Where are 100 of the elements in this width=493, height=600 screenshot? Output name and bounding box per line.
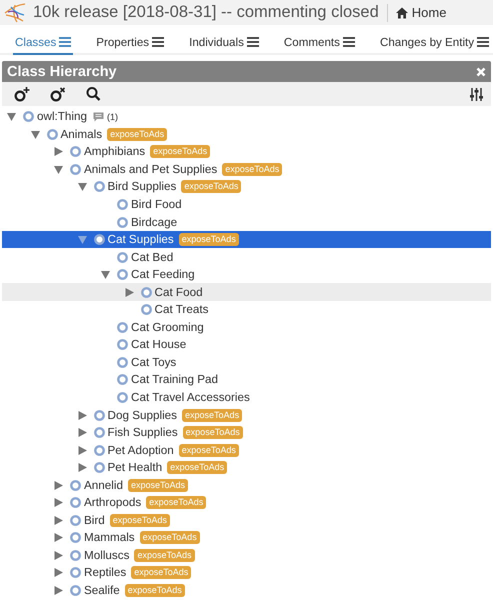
tree-row[interactable]: Dog Supplies exposeToAds: [2, 406, 491, 424]
expand-icon[interactable]: [78, 446, 86, 455]
expand-icon[interactable]: [78, 428, 86, 438]
tree-row[interactable]: Cat Bed: [2, 248, 491, 266]
expand-icon[interactable]: [54, 550, 63, 560]
class-label[interactable]: Sealife: [84, 584, 120, 598]
expand-icon[interactable]: [54, 533, 63, 542]
sliders-icon[interactable]: [470, 88, 483, 100]
class-label[interactable]: Pet Adoption: [108, 444, 174, 457]
class-label[interactable]: Arthropods: [84, 496, 142, 510]
add-class-icon[interactable]: [13, 86, 31, 102]
class-label[interactable]: Cat Treats: [154, 303, 208, 316]
class-label[interactable]: Cat Toys: [131, 356, 176, 369]
home-icon[interactable]: [396, 6, 408, 18]
tree-row[interactable]: Cat House: [2, 336, 491, 354]
class-label[interactable]: Bird Food: [131, 198, 182, 211]
tree-row[interactable]: Sealife exposeToAds: [2, 582, 491, 600]
menu-icon[interactable]: [246, 37, 259, 47]
class-label[interactable]: Reptiles: [84, 566, 126, 580]
collapse-icon[interactable]: [54, 164, 63, 174]
tree-row[interactable]: Fish Supplies exposeToAds: [2, 424, 491, 442]
class-node-icon: [117, 356, 128, 368]
expand-icon[interactable]: [54, 586, 63, 596]
class-label[interactable]: Cat Travel Accessories: [131, 391, 250, 404]
class-label[interactable]: Cat House: [131, 338, 186, 352]
expand-icon[interactable]: [54, 516, 63, 525]
tab[interactable]: Properties: [94, 34, 166, 55]
tree-row[interactable]: Animals and Pet Supplies exposeToAds: [2, 160, 491, 178]
tree-row[interactable]: Annelid exposeToAds: [2, 476, 491, 494]
class-node-icon: [94, 234, 104, 246]
expand-icon[interactable]: [78, 463, 86, 472]
class-label[interactable]: Cat Feeding: [131, 268, 195, 282]
tree-row[interactable]: Mammals exposeToAds: [2, 529, 491, 547]
expand-icon[interactable]: [54, 480, 63, 490]
class-label[interactable]: Cat Food: [154, 286, 203, 299]
class-label[interactable]: Mammals: [84, 531, 135, 544]
tree-row[interactable]: Cat Feeding: [2, 266, 491, 284]
tree-row[interactable]: Bird Supplies exposeToAds: [2, 178, 491, 196]
class-node-icon: [117, 322, 128, 333]
tree-row[interactable]: Pet Health exposeToAds: [2, 458, 491, 476]
menu-icon[interactable]: [152, 37, 164, 47]
class-label[interactable]: Dog Supplies: [108, 408, 178, 422]
expand-icon[interactable]: [54, 498, 63, 508]
expand-icon[interactable]: [78, 410, 86, 420]
tree-row[interactable]: Arthropods exposeToAds: [2, 494, 491, 512]
tree-row[interactable]: owl:Thing (1): [2, 108, 491, 126]
home-link[interactable]: Home: [396, 5, 446, 20]
tree-row[interactable]: Pet Adoption exposeToAds: [2, 441, 491, 459]
class-label[interactable]: Bird Supplies: [108, 180, 176, 194]
class-label[interactable]: Cat Grooming: [131, 320, 204, 334]
tab[interactable]: Comments: [282, 34, 357, 55]
class-node-icon: [117, 252, 128, 263]
class-label[interactable]: Cat Training Pad: [131, 373, 218, 386]
class-label[interactable]: Birdcage: [131, 216, 178, 229]
class-label[interactable]: Pet Health: [108, 461, 162, 474]
class-label[interactable]: Animals and Pet Supplies: [84, 162, 218, 176]
tab[interactable]: Individuals: [187, 34, 261, 55]
tree-row[interactable]: Birdcage: [2, 213, 491, 231]
collapse-icon[interactable]: [101, 270, 110, 280]
collapse-icon[interactable]: [30, 130, 40, 139]
comment-icon[interactable]: [93, 112, 104, 122]
collapse-icon[interactable]: [78, 182, 86, 192]
tree-row[interactable]: Bird Food: [2, 196, 491, 214]
delete-class-icon[interactable]: [49, 86, 67, 102]
class-label[interactable]: owl:Thing: [37, 110, 88, 124]
expand-icon[interactable]: [54, 568, 63, 578]
menu-icon[interactable]: [477, 37, 490, 47]
class-label[interactable]: Bird: [84, 514, 105, 527]
class-label[interactable]: Cat Supplies: [108, 233, 174, 246]
tree-row[interactable]: Cat Toys: [2, 354, 491, 372]
tab[interactable]: Classes: [13, 34, 74, 55]
tab[interactable]: Changes by Entity: [378, 34, 492, 55]
tree-row[interactable]: Cat Training Pad: [2, 371, 491, 389]
class-label[interactable]: Molluscs: [84, 548, 130, 562]
class-label[interactable]: Cat Bed: [131, 250, 174, 264]
tree-row[interactable]: Reptiles exposeToAds: [2, 564, 491, 582]
class-label[interactable]: Annelid: [84, 478, 123, 492]
tree-row[interactable]: Cat Supplies exposeToAds: [2, 230, 491, 248]
tree-row[interactable]: Animals exposeToAds: [2, 126, 491, 144]
tag-label: exposeToAds: [124, 584, 185, 598]
class-node-icon: [94, 181, 104, 192]
class-label[interactable]: Fish Supplies: [108, 426, 178, 440]
tree-row[interactable]: Amphibians exposeToAds: [2, 143, 491, 161]
class-node-icon: [70, 497, 81, 508]
tree-row[interactable]: Bird exposeToAds: [2, 512, 491, 530]
class-label[interactable]: Animals: [60, 128, 102, 141]
expand-icon[interactable]: [54, 147, 63, 156]
tree-row[interactable]: Molluscs exposeToAds: [2, 546, 491, 564]
search-icon[interactable]: [85, 86, 103, 102]
class-node-icon: [70, 532, 81, 544]
class-node-icon: [94, 462, 104, 474]
tree-row[interactable]: Cat Travel Accessories: [2, 388, 491, 406]
class-label[interactable]: Amphibians: [84, 145, 146, 158]
expand-icon[interactable]: [124, 288, 134, 297]
tree-row[interactable]: Cat Grooming: [2, 318, 491, 336]
close-icon[interactable]: [476, 66, 486, 76]
tree-row[interactable]: Cat Food: [2, 283, 491, 302]
tree-row[interactable]: Cat Treats: [2, 301, 491, 319]
menu-icon[interactable]: [342, 37, 355, 47]
collapse-icon[interactable]: [7, 112, 16, 122]
